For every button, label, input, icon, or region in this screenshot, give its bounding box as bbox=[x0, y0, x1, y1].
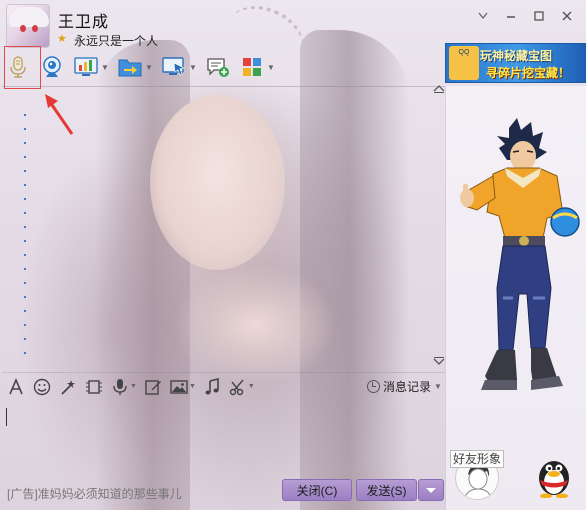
monitor-arrow-icon bbox=[160, 53, 188, 81]
send-file-button[interactable]: ▼ bbox=[116, 52, 154, 82]
send-button[interactable]: 发送(S) bbox=[356, 479, 417, 501]
chat-header: 王卫成 ★ 永远只是一个人 ▼ ▼ ▼ ▼ QQ 玩神秘藏宝图 寻碎片挖宝藏！ bbox=[0, 0, 586, 89]
scroll-down-icon[interactable] bbox=[433, 356, 445, 368]
avatar-eye-left bbox=[20, 25, 26, 32]
avatar-eye-right bbox=[32, 25, 38, 32]
edit-note-icon[interactable] bbox=[141, 375, 165, 399]
folder-arrow-icon bbox=[116, 53, 144, 81]
chat-add-icon bbox=[204, 53, 232, 81]
emoji-icon[interactable] bbox=[30, 375, 54, 399]
game-character-illustration bbox=[460, 118, 580, 390]
share-screen-button[interactable]: ▼ bbox=[160, 52, 198, 82]
webcam-icon bbox=[38, 53, 66, 81]
contact-name[interactable]: 王卫成 bbox=[58, 8, 109, 32]
avatar-hair bbox=[9, 7, 49, 27]
maximize-button[interactable] bbox=[528, 6, 550, 26]
screenshot-scissors-icon[interactable] bbox=[226, 375, 250, 399]
clock-icon bbox=[367, 380, 380, 393]
chevron-down-icon[interactable]: ▼ bbox=[145, 63, 154, 72]
chevron-down-icon[interactable]: ▼ bbox=[248, 383, 255, 390]
ad-banner-line1: 玩神秘藏宝图 bbox=[480, 49, 553, 63]
contact-avatar[interactable] bbox=[6, 4, 50, 48]
chevron-down-icon[interactable]: ▼ bbox=[130, 383, 137, 390]
message-scroll-dots bbox=[24, 114, 26, 366]
close-chat-button[interactable]: 关闭(C) bbox=[282, 479, 352, 501]
message-display-area[interactable] bbox=[2, 86, 445, 371]
apps-button[interactable]: ▼ bbox=[238, 52, 276, 82]
minimize-button[interactable] bbox=[500, 6, 522, 26]
ad-logo: QQ bbox=[449, 46, 479, 80]
chevron-down-icon[interactable]: ▼ bbox=[189, 383, 196, 390]
chevron-down-icon bbox=[426, 487, 436, 493]
chevron-down-icon[interactable]: ▼ bbox=[267, 63, 276, 72]
chevron-down-icon[interactable]: ▼ bbox=[101, 63, 110, 72]
apps-grid-icon bbox=[238, 53, 266, 81]
scroll-up-icon[interactable] bbox=[433, 84, 445, 96]
ad-banner[interactable]: QQ 玩神秘藏宝图 寻碎片挖宝藏！ bbox=[445, 43, 586, 83]
video-clip-icon[interactable] bbox=[82, 375, 106, 399]
dropdown-menu-icon[interactable] bbox=[472, 6, 494, 26]
ad-banner-line2: 寻碎片挖宝藏！ bbox=[486, 66, 571, 80]
video-call-button[interactable] bbox=[38, 52, 66, 82]
magic-wand-icon[interactable] bbox=[56, 375, 80, 399]
music-note-icon[interactable] bbox=[200, 375, 224, 399]
message-history-label: 消息记录 bbox=[383, 380, 432, 394]
chevron-down-icon: ▼ bbox=[434, 382, 442, 391]
qq-penguin-icon[interactable] bbox=[530, 450, 578, 498]
font-icon[interactable] bbox=[4, 375, 28, 399]
window-controls bbox=[472, 6, 578, 26]
ad-logo-text: QQ bbox=[458, 49, 470, 56]
voice-message-icon[interactable] bbox=[108, 375, 132, 399]
close-button[interactable] bbox=[556, 6, 578, 26]
ad-text-link[interactable]: [广告]准妈妈必须知道的那些事儿 bbox=[7, 485, 182, 502]
send-options-button[interactable] bbox=[418, 479, 444, 501]
message-history-button[interactable]: 消息记录 ▼ bbox=[367, 378, 442, 395]
friend-show-label[interactable]: 好友形象 bbox=[450, 450, 504, 468]
remote-assist-button[interactable]: ▼ bbox=[72, 52, 110, 82]
chart-icon bbox=[72, 53, 100, 81]
message-input-area[interactable] bbox=[2, 400, 445, 475]
contact-signature: 永远只是一个人 bbox=[74, 34, 159, 48]
create-discussion-button[interactable] bbox=[204, 52, 232, 82]
text-cursor bbox=[6, 408, 7, 426]
image-icon[interactable] bbox=[167, 375, 191, 399]
annotation-highlight-box bbox=[4, 46, 41, 89]
chat-toolbar: ▼ ▼ ▼ ▼ bbox=[4, 50, 282, 84]
chevron-down-icon[interactable]: ▼ bbox=[189, 63, 198, 72]
star-icon: ★ bbox=[57, 33, 67, 45]
